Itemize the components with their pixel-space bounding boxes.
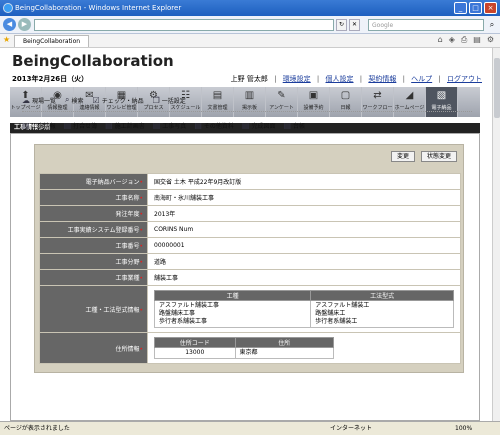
home-icon[interactable]: ⌂ (438, 35, 443, 45)
refresh-button[interactable]: ↻ (336, 19, 347, 31)
category-tabs: ▤ 工事情報 ▤ 打合せ簿 ▤ 施工計画書 ▤ 工事写真 ▤ その他資料 ▤ 完成図面 ▤ 台… (22, 121, 305, 130)
delivery-icon: ▧ (436, 90, 447, 101)
link-search[interactable]: ⌕ 検索 (65, 95, 84, 105)
zoom-level[interactable]: 100% (455, 422, 472, 435)
scroll-thumb[interactable] (494, 58, 500, 118)
address-table: 住所コード 住所 13000 東京都 (154, 337, 335, 359)
homepage-icon: ◢ (405, 90, 414, 101)
cloud-icon: ☁ (22, 95, 30, 105)
ie-logo-icon (3, 3, 13, 13)
feed-icon[interactable]: ◈ (449, 35, 455, 45)
window-title: BeingCollaboration - Windows Internet Ex… (15, 4, 182, 12)
link-check-delivery[interactable]: ☑ チェック・納品 (93, 95, 144, 105)
table-row: 工種・工法型式情報• 工種 工法型式 アスファルト舗装工事 路盤舗床工事 歩行者系舗装… (39, 285, 461, 333)
tab-construction-plan[interactable]: ▤ 施工計画書 (105, 121, 145, 130)
board-icon: ▥ (244, 90, 255, 101)
workflow-icon: ⇄ (373, 90, 382, 101)
close-button[interactable]: × (484, 2, 497, 14)
status-bar: ページが表示されました インターネット 100% (0, 421, 500, 435)
menu-workflow[interactable]: ⇄ ワークフロー (362, 87, 394, 117)
koshu-table: 工種 工法型式 アスファルト舗装工事 路盤舗床工事 歩行者系舗装工事 アスファルト舗装… (153, 290, 454, 328)
tab-photos[interactable]: ▤ 工事写真 (153, 121, 187, 130)
search-icon: ⌕ (65, 95, 70, 104)
divider (22, 111, 472, 112)
search-icon[interactable]: ⌕ (486, 19, 498, 31)
favorites-star-icon[interactable]: ★ (3, 35, 10, 44)
link-personal-settings[interactable]: 個人設定 (326, 75, 354, 83)
brand-title: BeingCollaboration (12, 52, 174, 70)
link-contract-info[interactable]: 契約情報 (368, 75, 396, 83)
menu-daily-report[interactable]: ▢ 日報 (330, 87, 362, 117)
tab-meeting-records[interactable]: ▤ 打合せ簿 (64, 121, 98, 130)
document-icon: ▤ (212, 90, 223, 101)
tools-menu-icon[interactable]: ⚙ (487, 35, 494, 45)
print-icon[interactable]: ⎙ (461, 35, 467, 45)
detail-box: 変更 状態変更 電子納品バージョン• 国交省 土木 平成22年9月改訂版 工事名称… (34, 144, 464, 373)
vertical-scrollbar[interactable] (492, 48, 500, 421)
detail-table: 電子納品バージョン• 国交省 土木 平成22年9月改訂版 工事名称• 南海町・氷川舗… (39, 173, 461, 364)
menu-survey[interactable]: ✎ アンケート (266, 87, 298, 117)
link-logout[interactable]: ログアウト (447, 75, 482, 83)
search-input[interactable]: Google (368, 19, 484, 31)
document-icon: ▤ (241, 121, 250, 130)
link-help[interactable]: ヘルプ (411, 75, 432, 83)
menu-facility[interactable]: ▣ 設備予約 (298, 87, 330, 117)
status-text: ページが表示されました (4, 425, 70, 432)
table-row: 工事名称• 南海町・氷川舗装工事 (39, 189, 461, 206)
menu-documents[interactable]: ▤ 文書管理 (202, 87, 234, 117)
status-change-button[interactable]: 状態変更 (420, 151, 457, 162)
minimize-button[interactable]: _ (454, 2, 467, 14)
document-icon: ▤ (105, 121, 113, 130)
table-row: 電子納品バージョン• 国交省 土木 平成22年9月改訂版 (39, 173, 461, 190)
window-titlebar: BeingCollaboration - Windows Internet Ex… (0, 0, 500, 16)
menu-electronic-delivery[interactable]: ▧ 電子納品 (426, 87, 458, 117)
report-icon: ▢ (340, 90, 351, 101)
header-links: 上野 管太郎 | 環境設定 | 個人設定 | 契約情報 | ヘルプ | ログアウ… (230, 75, 482, 83)
facility-icon: ▣ (308, 90, 319, 101)
page-menu-icon[interactable]: ▤ (473, 35, 481, 45)
table-row: 工事番号• 00000001 (39, 237, 461, 254)
pen-icon: ✎ (277, 90, 286, 101)
check-icon: ☑ (92, 95, 100, 105)
tab-other-materials[interactable]: ▤ その他資料 (194, 121, 234, 130)
change-button[interactable]: 変更 (390, 151, 415, 162)
browser-tab[interactable]: BeingCollaboration (14, 35, 90, 47)
address-toolbar: ◀ ▶ ↻ ✕ Google ⌕ (0, 16, 500, 34)
document-icon: ▤ (194, 121, 202, 130)
document-icon: ▤ (283, 121, 292, 130)
back-button[interactable]: ◀ (3, 18, 16, 31)
maximize-button[interactable]: □ (469, 2, 482, 14)
stop-button[interactable]: ✕ (349, 19, 360, 31)
menu-board[interactable]: ▥ 掲示板 (234, 87, 266, 117)
table-row: 住所情報• 住所コード 住所 13000 東京都 (39, 332, 461, 364)
copy-icon: ❐ (152, 95, 160, 105)
document-icon: ▤ (152, 121, 161, 130)
table-row: 発注年度• 2013年 (39, 205, 461, 222)
action-links: ☁ 現場一覧 ⌕ 検索 ☑ チェック・納品 ❐ 一括設定 (22, 95, 186, 105)
table-row: 工事分野• 道路 (39, 253, 461, 270)
forward-button[interactable]: ▶ (18, 18, 31, 31)
security-zone: インターネット (330, 425, 373, 432)
menu-homepage[interactable]: ◢ ホームページ (394, 87, 426, 117)
document-icon: ▤ (22, 121, 30, 130)
table-row: 工事実績システム登録番号• CORINS Num (39, 221, 461, 238)
tab-completion-drawings[interactable]: ▤ 完成図面 (242, 121, 276, 130)
link-bulk-settings[interactable]: ❐ 一括設定 (153, 95, 186, 105)
favorites-bar: ★ BeingCollaboration ⌂ ◈ ⎙ ▤ ⚙ (0, 34, 500, 48)
address-field[interactable] (34, 19, 334, 31)
user-name: 上野 管太郎 (230, 75, 268, 83)
current-date: 2013年2月26日（火） (12, 75, 89, 83)
tab-construction-info[interactable]: ▤ 工事情報 (22, 121, 56, 130)
tab-ledger[interactable]: ▤ 台帳 (283, 121, 305, 130)
document-icon: ▤ (63, 121, 72, 130)
link-site-list[interactable]: ☁ 現場一覧 (22, 95, 56, 105)
table-row: 工事業種• 舗装工事 (39, 269, 461, 286)
link-environment-settings[interactable]: 環境設定 (283, 75, 311, 83)
